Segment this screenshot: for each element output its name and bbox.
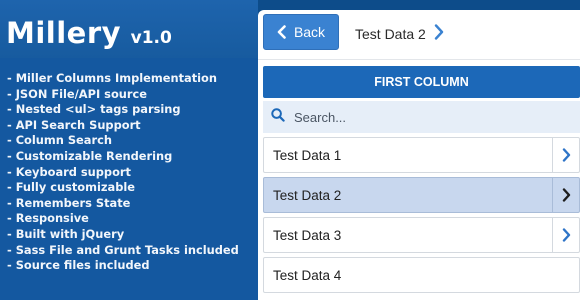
feature-item: - Fully customizable [7,180,135,195]
info-panel: Millery v1.0 - Miller Columns Implementa… [0,0,258,300]
list-item-label: Test Data 4 [273,267,342,283]
feature-item: - Built with jQuery [7,226,125,241]
brand-bar: Millery v1.0 [0,0,258,58]
feature-item: - Miller Columns Implementation [7,71,217,85]
feature-item: - Column Search [7,133,112,148]
back-button[interactable]: Back [263,14,339,50]
brand-name: Millery [6,16,122,50]
breadcrumb-label: Test Data 2 [355,25,426,42]
feature-item: - JSON File/API source [7,86,147,101]
chevron-right-icon[interactable] [552,218,579,252]
brand-logo: Millery v1.0 [6,16,172,50]
feature-item: - Source files included [7,258,150,273]
chevron-right-icon[interactable] [552,178,579,212]
list-item-label: Test Data 1 [273,147,342,163]
brand-version: v1.0 [130,28,172,48]
column-search [263,101,580,133]
column-list: Test Data 1 Test Data 2 Test Data 3 Test… [263,137,580,297]
list-item-label: Test Data 2 [273,187,342,203]
chevron-left-icon [277,25,286,39]
list-item[interactable]: Test Data 1 [263,137,580,173]
search-input[interactable] [294,109,554,125]
feature-list: - Miller Columns Implementation - JSON F… [7,71,239,274]
miller-columns-panel: Back Test Data 2 FIRST COLUMN Test Data … [258,10,580,300]
chevron-right-icon[interactable] [552,138,579,172]
toolbar: Back Test Data 2 [258,10,580,60]
list-item[interactable]: Test Data 4 [263,257,580,293]
breadcrumb[interactable]: Test Data 2 [355,24,444,43]
search-icon [271,107,285,127]
chevron-right-icon [434,24,444,43]
feature-item: - Responsive [7,211,89,226]
feature-item: - Nested <ul> tags parsing [7,102,181,117]
back-button-label: Back [293,24,326,40]
feature-item: - Keyboard support [7,164,131,179]
list-item[interactable]: Test Data 3 [263,217,580,253]
feature-item: - Remembers State [7,195,131,210]
list-item-label: Test Data 3 [273,227,342,243]
feature-item: - Customizable Rendering [7,148,173,163]
list-item-selected[interactable]: Test Data 2 [263,177,580,213]
column-title: FIRST COLUMN [263,66,580,98]
feature-item: - Sass File and Grunt Tasks included [7,242,239,257]
feature-item: - API Search Support [7,117,141,132]
